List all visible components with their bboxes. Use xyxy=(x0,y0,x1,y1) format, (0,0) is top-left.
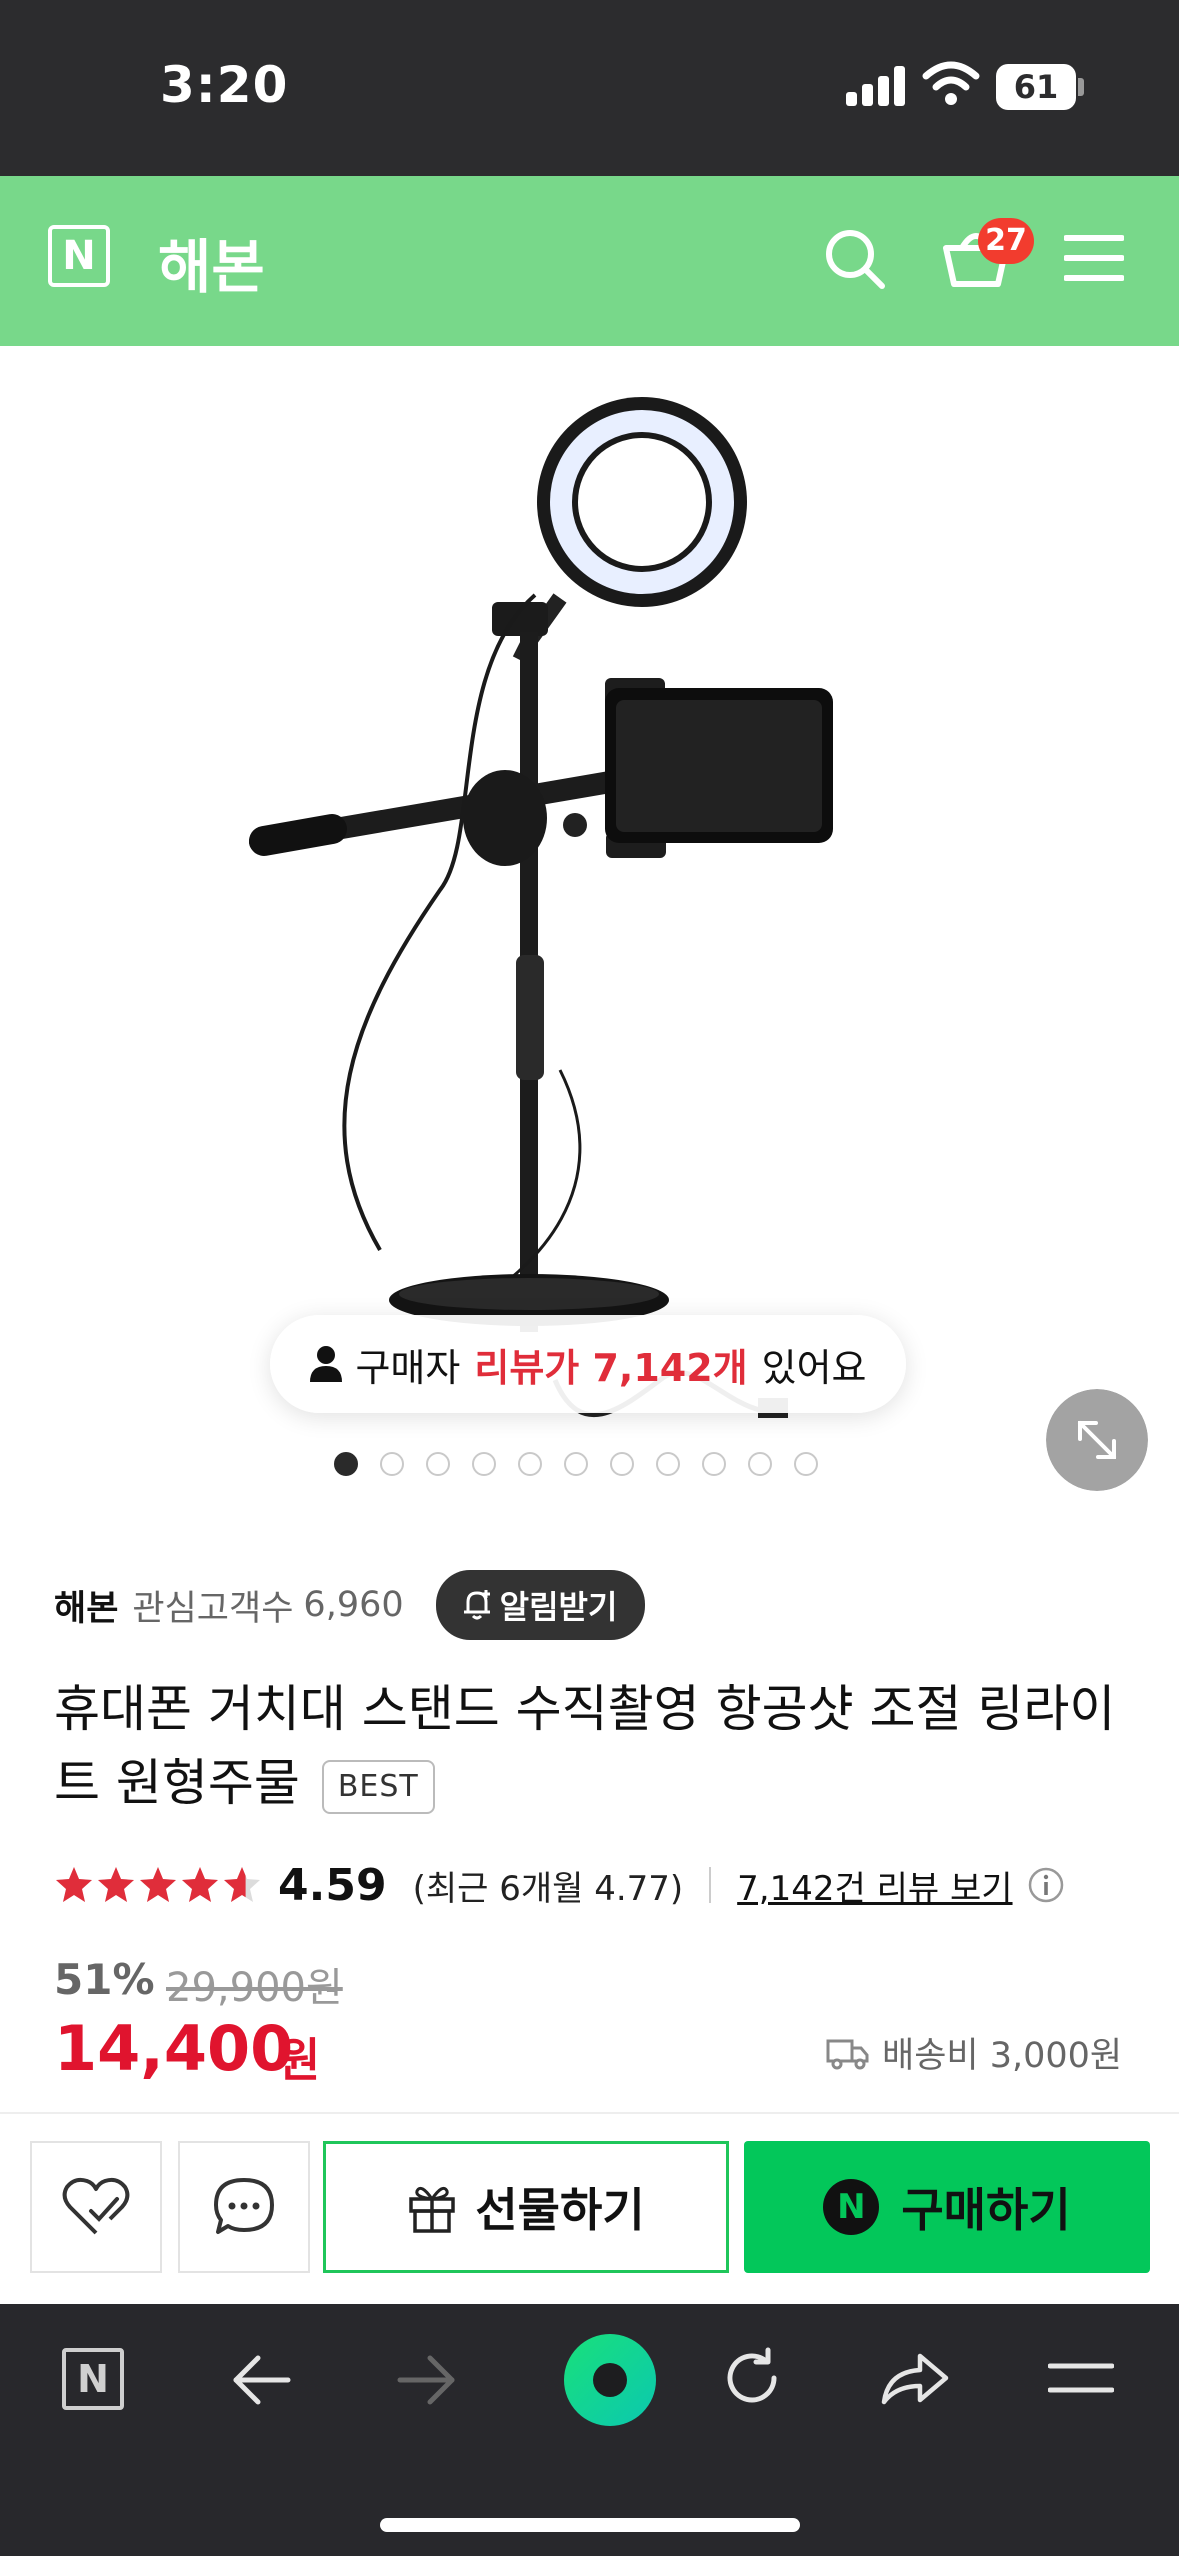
heart-check-icon xyxy=(62,2177,130,2235)
share-icon[interactable] xyxy=(880,2348,950,2408)
pagination-dot[interactable] xyxy=(794,1452,818,1476)
forward-arrow-icon[interactable] xyxy=(394,2352,458,2408)
menu-icon[interactable] xyxy=(1064,232,1124,284)
wifi-icon xyxy=(922,61,980,105)
product-title: 휴대폰 거치대 스탠드 수직촬영 항공샷 조절 링라이트 원형주물 xyxy=(54,1680,1116,1812)
chat-button[interactable] xyxy=(178,2141,310,2273)
chat-bubble-icon xyxy=(214,2178,274,2234)
green-dot-button[interactable] xyxy=(542,2314,678,2450)
info-icon[interactable] xyxy=(1027,1866,1065,1904)
store-title[interactable]: 해본 xyxy=(158,220,265,304)
gift-button[interactable]: 선물하기 xyxy=(323,2141,729,2273)
store-info-row: 해본 관심고객수 6,960 알림받기 xyxy=(54,1570,646,1640)
pagination-dot[interactable] xyxy=(426,1452,450,1476)
pagination-dot[interactable] xyxy=(610,1452,634,1476)
rating-row: 4.59 (최근 6개월 4.77) 7,142건 리뷰 보기 xyxy=(54,1855,1065,1915)
recent-rating: (최근 6개월 4.77) xyxy=(412,1868,684,1909)
interest-count: 6,960 xyxy=(303,1585,404,1625)
review-banner-suffix: 있어요 xyxy=(761,1345,867,1390)
buy-button-label: 구매하기 xyxy=(901,2183,1071,2237)
sale-price: 14,400 xyxy=(54,2012,294,2085)
shipping-fee-text: 배송비 3,000원 xyxy=(882,2036,1123,2076)
review-count-banner[interactable]: 구매자 리뷰가 7,142개 있어요 xyxy=(270,1315,906,1413)
star-icon xyxy=(182,1867,218,1902)
naver-home-button[interactable]: N xyxy=(62,2348,124,2410)
bell-plus-icon xyxy=(463,1590,490,1620)
review-link[interactable]: 7,142건 리뷰 보기 xyxy=(737,1861,1012,1910)
buy-button[interactable]: N 구매하기 xyxy=(744,2141,1150,2273)
star-icon xyxy=(224,1867,260,1902)
cellular-signal-icon xyxy=(846,66,906,106)
divider xyxy=(709,1867,712,1903)
pagination-dot[interactable] xyxy=(334,1452,358,1476)
pagination-dot[interactable] xyxy=(702,1452,726,1476)
review-banner-prefix: 구매자 xyxy=(355,1345,461,1390)
status-time: 3:20 xyxy=(160,56,289,114)
battery-level: 61 xyxy=(996,64,1076,110)
product-title-block: 휴대폰 거치대 스탠드 수직촬영 항공샷 조절 링라이트 원형주물 BEST xyxy=(54,1672,1134,1820)
back-arrow-icon[interactable] xyxy=(230,2352,294,2408)
refresh-icon[interactable] xyxy=(720,2346,784,2410)
battery-icon xyxy=(1078,78,1084,96)
price-unit: 원 xyxy=(278,2033,321,2087)
gift-button-label: 선물하기 xyxy=(475,2183,645,2237)
truck-icon xyxy=(826,2039,869,2069)
pagination-dot[interactable] xyxy=(380,1452,404,1476)
pagination-dot[interactable] xyxy=(656,1452,680,1476)
interest-label: 관심고객수 xyxy=(132,1588,294,1629)
gift-icon xyxy=(409,2186,456,2233)
naver-pay-icon: N xyxy=(823,2179,880,2235)
notification-button[interactable]: 알림받기 xyxy=(435,1570,646,1640)
best-badge: BEST xyxy=(321,1759,435,1814)
shipping-fee: 배송비 3,000원 xyxy=(826,2027,1122,2078)
pagination-dot[interactable] xyxy=(564,1452,588,1476)
wishlist-button[interactable] xyxy=(30,2141,162,2273)
home-indicator[interactable] xyxy=(380,2518,800,2532)
pagination-dot[interactable] xyxy=(748,1452,772,1476)
rating-value: 4.59 xyxy=(278,1859,387,1911)
menu-lines-icon[interactable] xyxy=(1048,2358,1114,2398)
cart-count-badge: 27 xyxy=(978,218,1034,264)
star-icon xyxy=(140,1867,176,1902)
store-name-label[interactable]: 해본 xyxy=(54,1580,118,1631)
pagination-dot[interactable] xyxy=(518,1452,542,1476)
expand-image-button[interactable] xyxy=(1046,1389,1148,1491)
discount-rate: 51% xyxy=(54,1955,155,2004)
original-price: 29,900원 xyxy=(166,1965,343,2011)
star-rating xyxy=(54,1865,262,1905)
star-icon xyxy=(56,1867,92,1902)
star-icon xyxy=(98,1867,134,1902)
person-icon xyxy=(310,1346,343,1382)
gallery-pagination xyxy=(334,1452,818,1478)
search-icon[interactable] xyxy=(822,226,888,292)
notification-button-label: 알림받기 xyxy=(499,1588,618,1626)
pagination-dot[interactable] xyxy=(472,1452,496,1476)
product-image[interactable] xyxy=(200,370,900,1420)
review-banner-highlight: 리뷰가 7,142개 xyxy=(474,1345,748,1390)
naver-logo[interactable]: N xyxy=(48,225,110,287)
